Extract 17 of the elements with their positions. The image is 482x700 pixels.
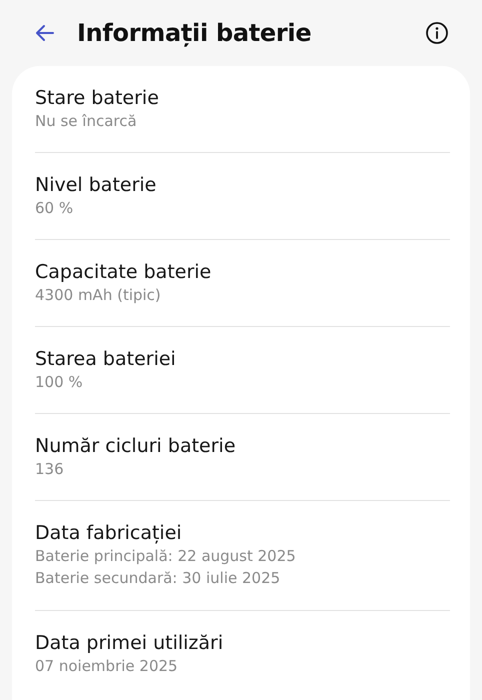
item-title: Număr cicluri baterie <box>35 434 236 458</box>
info-icon[interactable] <box>425 21 449 45</box>
item-value: Baterie secundară: 30 iulie 2025 <box>35 568 280 589</box>
item-value: 100 % <box>35 372 83 393</box>
item-title: Capacitate baterie <box>35 260 212 284</box>
item-value: 4300 mAh (tipic) <box>35 285 161 306</box>
item-title: Data primei utilizări <box>35 631 224 655</box>
item-value: Nu se încarcă <box>35 111 137 132</box>
item-title: Stare baterie <box>35 86 159 110</box>
item-value: 136 <box>35 459 64 480</box>
item-value: 60 % <box>35 198 74 219</box>
screen-title: Informații baterie <box>77 19 312 47</box>
item-title: Nivel baterie <box>35 173 156 197</box>
item-title: Data fabricației <box>35 521 182 545</box>
item-title: Starea bateriei <box>35 347 176 371</box>
item-value: Baterie principală: 22 august 2025 <box>35 546 296 567</box>
item-value: 07 noiembrie 2025 <box>35 656 178 677</box>
